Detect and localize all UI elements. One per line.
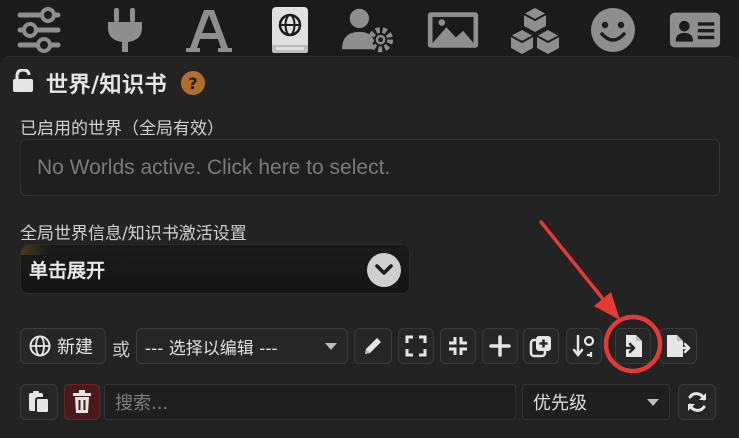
chevron-down-icon[interactable] (367, 253, 401, 287)
sort-select-value: 优先级 (533, 393, 587, 414)
refresh-button[interactable] (678, 384, 716, 420)
search-input[interactable]: 搜索... (104, 384, 516, 420)
sort-select[interactable]: 优先级 (522, 384, 670, 420)
expand-icon (405, 335, 427, 357)
id-card-icon[interactable] (668, 4, 722, 56)
refresh-icon (686, 391, 708, 413)
trash-icon (72, 390, 92, 414)
import-world-button[interactable] (615, 328, 651, 364)
plus-icon (489, 335, 511, 357)
image-icon[interactable] (426, 4, 480, 56)
sliders-icon[interactable] (12, 4, 66, 56)
panel-header: 世界/知识书 ? (12, 68, 206, 98)
world-book-icon[interactable] (262, 4, 316, 56)
clipboard-icon (28, 390, 50, 414)
top-navigation-bar (0, 0, 739, 56)
page-title: 世界/知识书 (46, 73, 168, 98)
import-icon (622, 334, 644, 358)
expander-label: 单击展开 (29, 259, 106, 282)
sort-order-button[interactable] (566, 328, 602, 364)
global-settings-expander[interactable]: 单击展开 (20, 244, 410, 294)
sort-icon (572, 334, 596, 358)
global-settings-label: 全局世界信息/知识书激活设置 (20, 224, 247, 244)
unlock-icon[interactable] (12, 68, 34, 97)
font-icon[interactable] (182, 4, 236, 56)
dropdown-caret-icon (647, 399, 659, 406)
duplicate-icon (529, 334, 553, 358)
active-worlds-selector[interactable]: No Worlds active. Click here to select. (20, 139, 720, 196)
cubes-icon[interactable] (508, 4, 562, 56)
collapse-all-button[interactable] (440, 328, 476, 364)
expander-accent (21, 245, 49, 255)
globe-icon (29, 335, 51, 357)
pencil-icon (362, 335, 384, 357)
new-button-label: 新建 (57, 337, 93, 358)
smile-icon[interactable] (586, 4, 640, 56)
paste-button[interactable] (20, 384, 58, 420)
compress-icon (447, 335, 469, 357)
export-icon (665, 334, 691, 358)
new-world-button[interactable]: 新建 (20, 328, 106, 364)
active-worlds-label: 已启用的世界（全局有效） (20, 119, 224, 139)
plug-icon[interactable] (98, 4, 152, 56)
or-label: 或 (112, 340, 130, 361)
rename-button[interactable] (354, 328, 392, 364)
expand-all-button[interactable] (398, 328, 434, 364)
search-placeholder: 搜索... (115, 393, 169, 414)
active-worlds-placeholder: No Worlds active. Click here to select. (37, 155, 391, 179)
user-settings-icon[interactable] (342, 4, 396, 56)
add-entry-button[interactable] (482, 328, 518, 364)
export-world-button[interactable] (659, 328, 697, 364)
dropdown-caret-icon (325, 343, 337, 350)
help-icon[interactable]: ? (181, 71, 206, 95)
world-edit-select-value: --- 选择以编辑 --- (145, 338, 278, 359)
delete-world-button[interactable] (64, 384, 100, 420)
world-edit-select[interactable]: --- 选择以编辑 --- (136, 328, 348, 364)
duplicate-button[interactable] (523, 328, 559, 364)
